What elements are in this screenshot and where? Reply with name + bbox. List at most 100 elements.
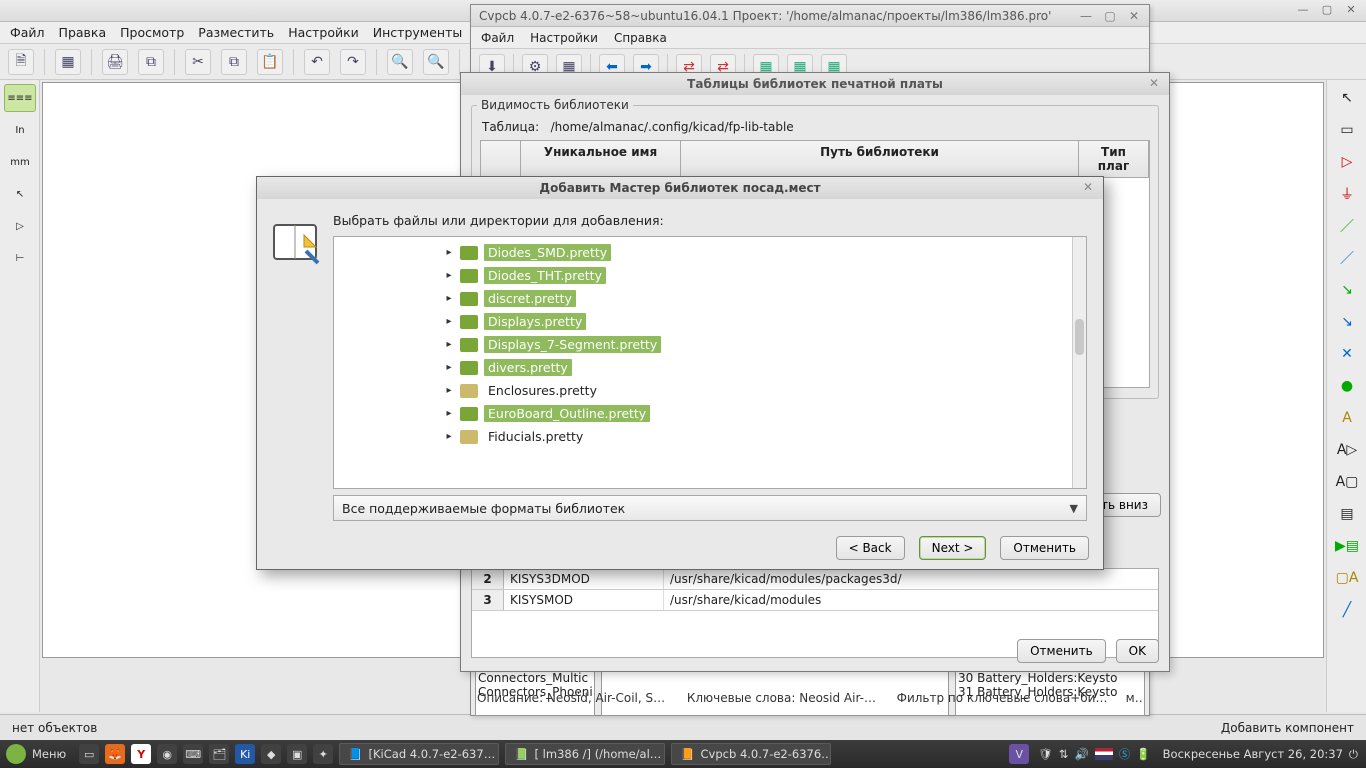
- cvpcb-menu-settings[interactable]: Настройки: [530, 31, 598, 45]
- cvpcb-menubar[interactable]: Файл Настройки Справка: [471, 27, 1149, 49]
- terminal-icon[interactable]: ⌨: [183, 744, 203, 764]
- minimize-icon[interactable]: —: [1296, 4, 1310, 18]
- rt-globlabel-icon[interactable]: A▢: [1331, 468, 1363, 496]
- app-icon[interactable]: ▣: [287, 744, 307, 764]
- browser-chrome-icon[interactable]: ◉: [157, 744, 177, 764]
- env-key[interactable]: KISYS3DMOD: [504, 569, 664, 589]
- rt-import-icon[interactable]: ▶▤: [1331, 532, 1363, 560]
- task-kicad[interactable]: 📘[KiCad 4.0.7-e2-637…: [339, 743, 499, 765]
- libtab-cancel-button[interactable]: Отменить: [1017, 639, 1106, 663]
- wizard-titlebar[interactable]: Добавить Мастер библиотек посад.мест ✕: [257, 177, 1103, 199]
- rt-wire-icon[interactable]: ／: [1331, 212, 1363, 240]
- app-icon[interactable]: ✦: [313, 744, 333, 764]
- tool-print-icon[interactable]: 🖨: [102, 49, 128, 75]
- rt-opamp-icon[interactable]: ▷: [1331, 148, 1363, 176]
- rt-arrow-icon[interactable]: ↖: [1331, 84, 1363, 112]
- wizard-close-icon[interactable]: ✕: [1083, 180, 1097, 194]
- tool-page-icon[interactable]: ▦: [55, 49, 81, 75]
- col-plugin[interactable]: Тип плаг: [1079, 141, 1149, 177]
- tree-item[interactable]: ▸Fiducials.pretty: [444, 425, 1086, 448]
- task-eeschema[interactable]: 📗[ lm386 /] (/home/al…: [505, 743, 665, 765]
- tree-item[interactable]: ▸Diodes_SMD.pretty: [444, 241, 1086, 264]
- tree-item[interactable]: ▸Enclosures.pretty: [444, 379, 1086, 402]
- tray-user-icon[interactable]: ⏻: [1349, 747, 1358, 762]
- rt-sheetpin-icon[interactable]: ▢A: [1331, 564, 1363, 592]
- start-menu-button[interactable]: Меню: [32, 747, 66, 761]
- cvpcb-close-icon[interactable]: ✕: [1127, 9, 1141, 23]
- tree-item[interactable]: ▸discret.pretty: [444, 287, 1086, 310]
- menu-settings[interactable]: Настройки: [288, 25, 359, 40]
- lt-units-in[interactable]: In: [4, 116, 36, 144]
- tool-zoom-icon[interactable]: 🔍: [387, 49, 413, 75]
- tool-redo-icon[interactable]: ↷: [340, 49, 366, 75]
- back-button[interactable]: < Back: [836, 536, 905, 560]
- rt-junction-icon[interactable]: ●: [1331, 372, 1363, 400]
- rt-label-icon[interactable]: A: [1331, 404, 1363, 432]
- list-item[interactable]: 30 Battery_Holders:Keysto: [958, 671, 1142, 685]
- tray-power-icon[interactable]: 🔋: [1136, 747, 1150, 761]
- rt-busentry-icon[interactable]: ↘: [1331, 276, 1363, 304]
- close-icon[interactable]: ✕: [1344, 4, 1358, 18]
- menu-view[interactable]: Просмотр: [120, 25, 184, 40]
- tool-new-icon[interactable]: 🗎: [8, 49, 34, 75]
- tool-zoom-fit-icon[interactable]: 🔍: [423, 49, 449, 75]
- tool-copy-icon[interactable]: ⧉: [221, 49, 247, 75]
- expand-arrow-icon[interactable]: ▸: [444, 339, 454, 350]
- maximize-icon[interactable]: ▢: [1320, 4, 1334, 18]
- scrollbar[interactable]: [1072, 237, 1086, 488]
- task-cvpcb[interactable]: 📙Cvpcb 4.0.7-e2-6376…: [671, 743, 831, 765]
- expand-arrow-icon[interactable]: ▸: [444, 362, 454, 373]
- lt-opamp-icon[interactable]: ▷: [4, 212, 36, 240]
- menu-file[interactable]: Файл: [10, 25, 45, 40]
- tray-keyboard-layout-icon[interactable]: [1095, 748, 1113, 760]
- menu-tools[interactable]: Инструменты: [373, 25, 462, 40]
- rt-netlabel-icon[interactable]: A▷: [1331, 436, 1363, 464]
- cancel-button[interactable]: Отменить: [1000, 536, 1089, 560]
- rt-dashline-icon[interactable]: ╱: [1331, 596, 1363, 624]
- expand-arrow-icon[interactable]: ▸: [444, 316, 454, 327]
- env-val[interactable]: /usr/share/kicad/modules/packages3d/: [664, 569, 1158, 589]
- col-path[interactable]: Путь библиотеки: [681, 141, 1079, 177]
- tray-viber-icon[interactable]: V: [1009, 744, 1029, 764]
- scrollbar-thumb[interactable]: [1075, 319, 1084, 355]
- expand-arrow-icon[interactable]: ▸: [444, 293, 454, 304]
- cvpcb-menu-help[interactable]: Справка: [614, 31, 667, 45]
- rt-power-icon[interactable]: ⏚: [1331, 180, 1363, 208]
- mint-logo-icon[interactable]: [6, 744, 26, 764]
- cvpcb-titlebar[interactable]: Cvpcb 4.0.7-e2-6376~58~ubuntu16.04.1 Про…: [471, 5, 1149, 27]
- tray-skype-icon[interactable]: Ⓢ: [1119, 746, 1131, 762]
- tool-cut-icon[interactable]: ✂: [185, 49, 211, 75]
- tray-updates-icon[interactable]: 🛡: [1038, 747, 1053, 761]
- list-item[interactable]: Connectors_Multic: [478, 671, 592, 685]
- libtab-ok-button[interactable]: OK: [1116, 639, 1159, 663]
- lt-tree-icon[interactable]: ⊢: [4, 244, 36, 272]
- tray-volume-icon[interactable]: 🔊: [1074, 747, 1088, 761]
- tree-item[interactable]: ▸divers.pretty: [444, 356, 1086, 379]
- kicad-launcher-icon[interactable]: Ki: [235, 744, 255, 764]
- expand-arrow-icon[interactable]: ▸: [444, 431, 454, 442]
- env-val[interactable]: /usr/share/kicad/modules: [664, 590, 1158, 610]
- menu-edit[interactable]: Правка: [59, 25, 107, 40]
- rt-bus-icon[interactable]: ／: [1331, 244, 1363, 272]
- tool-paste-icon[interactable]: 📋: [257, 49, 283, 75]
- cvpcb-minimize-icon[interactable]: —: [1079, 9, 1093, 23]
- next-button[interactable]: Next >: [919, 536, 987, 560]
- rt-zoom-region-icon[interactable]: ▭: [1331, 116, 1363, 144]
- app-icon[interactable]: ◆: [261, 744, 281, 764]
- tree-item[interactable]: ▸Displays_7-Segment.pretty: [444, 333, 1086, 356]
- tree-item[interactable]: ▸Diodes_THT.pretty: [444, 264, 1086, 287]
- libtab-titlebar[interactable]: Таблицы библиотек печатной платы ✕: [461, 73, 1169, 95]
- lt-cursor-icon[interactable]: ↖: [4, 180, 36, 208]
- expand-arrow-icon[interactable]: ▸: [444, 385, 454, 396]
- env-key[interactable]: KISYSMOD: [504, 590, 664, 610]
- libtab-close-icon[interactable]: ✕: [1149, 76, 1163, 90]
- browser-firefox-icon[interactable]: 🦊: [105, 744, 125, 764]
- tree-item[interactable]: ▸Displays.pretty: [444, 310, 1086, 333]
- lt-units-mm[interactable]: mm: [4, 148, 36, 176]
- tool-undo-icon[interactable]: ↶: [304, 49, 330, 75]
- tool-plot-icon[interactable]: ⧉: [138, 49, 164, 75]
- rt-hier-icon[interactable]: ▤: [1331, 500, 1363, 528]
- browser-yandex-icon[interactable]: Y: [131, 744, 151, 764]
- expand-arrow-icon[interactable]: ▸: [444, 408, 454, 419]
- table-row[interactable]: 2 KISYS3DMOD /usr/share/kicad/modules/pa…: [472, 569, 1158, 590]
